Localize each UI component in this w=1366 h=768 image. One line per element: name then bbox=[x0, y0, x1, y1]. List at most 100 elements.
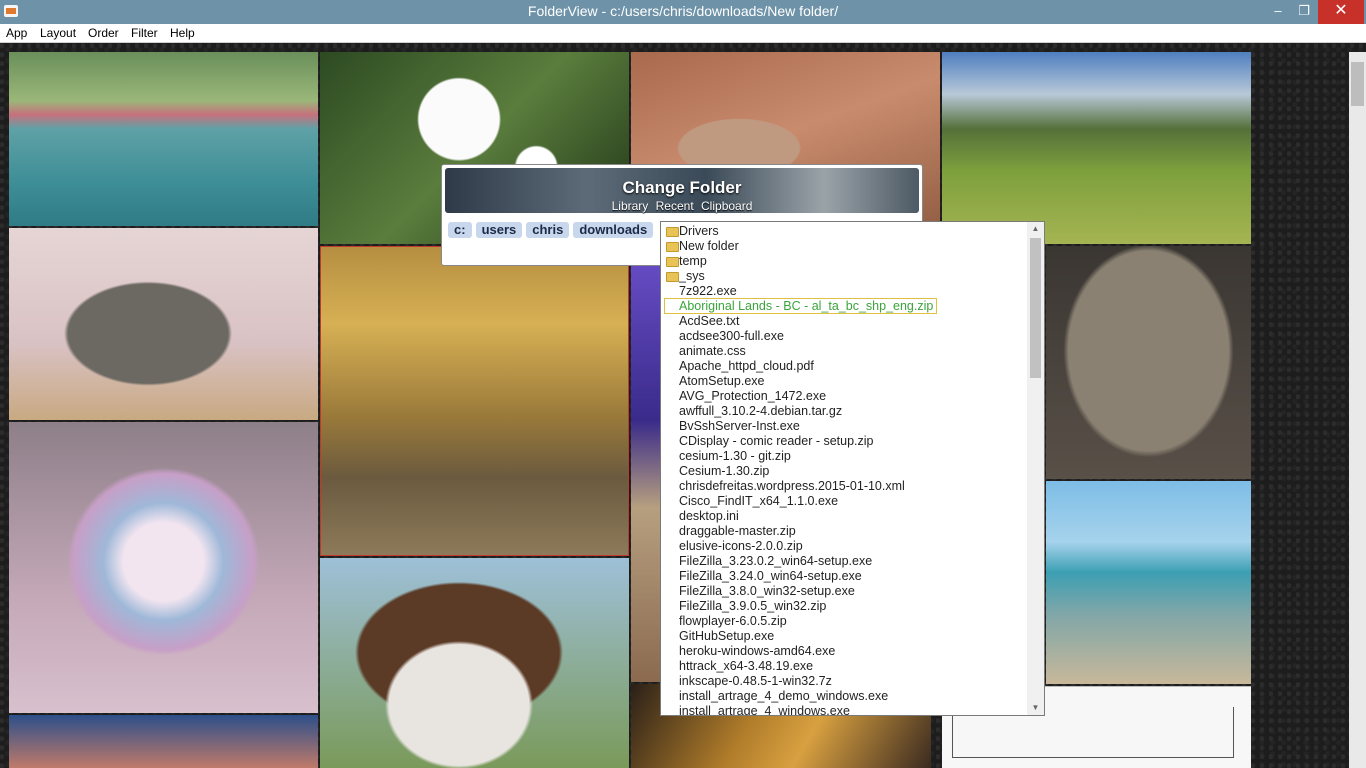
menu-help[interactable]: Help bbox=[170, 26, 195, 40]
photo-painted-face[interactable] bbox=[320, 558, 629, 768]
close-button[interactable]: ✕ bbox=[1318, 0, 1364, 24]
file-item[interactable]: desktop.ini bbox=[663, 509, 936, 524]
restore-button[interactable]: ❐ bbox=[1292, 0, 1316, 24]
file-item[interactable]: cesium-1.30 - git.zip bbox=[663, 449, 936, 464]
file-list: Drivers New folder temp _sys 7z922.exe Aborig… bbox=[663, 224, 938, 716]
item-label: temp bbox=[679, 254, 707, 268]
item-label: install_artrage_4_windows.exe bbox=[679, 704, 850, 716]
crumb-drive[interactable]: c: bbox=[448, 222, 472, 238]
library-link[interactable]: Library bbox=[612, 199, 649, 213]
folder-item[interactable]: _sys bbox=[663, 269, 936, 284]
item-label: elusive-icons-2.0.0.zip bbox=[679, 539, 803, 553]
file-item[interactable]: draggable-master.zip bbox=[663, 524, 936, 539]
clipboard-link[interactable]: Clipboard bbox=[701, 199, 752, 213]
minimize-button[interactable]: – bbox=[1266, 0, 1290, 24]
photo-sky[interactable] bbox=[9, 715, 318, 768]
folder-item[interactable]: temp bbox=[663, 254, 936, 269]
item-label: FileZilla_3.9.0.5_win32.zip bbox=[679, 599, 827, 613]
menu-app[interactable]: App bbox=[6, 26, 27, 40]
folder-item[interactable]: New folder bbox=[663, 239, 936, 254]
file-item[interactable]: install_artrage_4_demo_windows.exe bbox=[663, 689, 936, 704]
item-label: heroku-windows-amd64.exe bbox=[679, 644, 836, 658]
file-item[interactable]: Apache_httpd_cloud.pdf bbox=[663, 359, 936, 374]
item-label: draggable-master.zip bbox=[679, 524, 796, 538]
file-item[interactable]: AcdSee.txt bbox=[663, 314, 936, 329]
item-label: chrisdefreitas.wordpress.2015-01-10.xml bbox=[679, 479, 905, 493]
folder-item[interactable]: Drivers bbox=[663, 224, 936, 239]
crumb-users[interactable]: users bbox=[475, 222, 523, 238]
file-item[interactable]: animate.css bbox=[663, 344, 936, 359]
title-bar: FolderView - c:/users/chris/downloads/Ne… bbox=[0, 0, 1366, 24]
file-item[interactable]: GitHubSetup.exe bbox=[663, 629, 936, 644]
photo-partial[interactable] bbox=[631, 246, 661, 682]
item-label: Aboriginal Lands - BC - al_ta_bc_shp_eng… bbox=[663, 298, 938, 314]
file-item[interactable]: flowplayer-6.0.5.zip bbox=[663, 614, 936, 629]
file-item[interactable]: elusive-icons-2.0.0.zip bbox=[663, 539, 936, 554]
recent-link[interactable]: Recent bbox=[656, 199, 694, 213]
dialog-links: Library Recent Clipboard bbox=[445, 199, 919, 213]
file-item[interactable]: heroku-windows-amd64.exe bbox=[663, 644, 936, 659]
item-label: Apache_httpd_cloud.pdf bbox=[679, 359, 814, 373]
item-label: awffull_3.10.2-4.debian.tar.gz bbox=[679, 404, 843, 418]
file-item[interactable]: CDisplay - comic reader - setup.zip bbox=[663, 434, 936, 449]
item-label: Drivers bbox=[679, 224, 719, 238]
file-item[interactable]: AVG_Protection_1472.exe bbox=[663, 389, 936, 404]
item-label: flowplayer-6.0.5.zip bbox=[679, 614, 787, 628]
file-item[interactable]: FileZilla_3.9.0.5_win32.zip bbox=[663, 599, 936, 614]
item-label: AcdSee.txt bbox=[679, 314, 740, 328]
menu-filter[interactable]: Filter bbox=[131, 26, 158, 40]
file-item[interactable]: BvSshServer-Inst.exe bbox=[663, 419, 936, 434]
file-item[interactable]: Cisco_FindIT_x64_1.1.0.exe bbox=[663, 494, 936, 509]
photo-beach-balloons[interactable] bbox=[1046, 481, 1251, 684]
photo-valley-landscape[interactable] bbox=[942, 52, 1251, 244]
menu-layout[interactable]: Layout bbox=[40, 26, 76, 40]
photo-stone-lion[interactable] bbox=[1046, 246, 1251, 479]
item-label: _sys bbox=[679, 269, 705, 283]
dropdown-scrollbar[interactable]: ▲ ▼ bbox=[1027, 222, 1044, 715]
item-label: Cisco_FindIT_x64_1.1.0.exe bbox=[679, 494, 839, 508]
dialog-header: Change Folder Library Recent Clipboard bbox=[445, 168, 919, 213]
file-item[interactable]: chrisdefreitas.wordpress.2015-01-10.xml bbox=[663, 479, 936, 494]
file-item[interactable]: FileZilla_3.24.0_win64-setup.exe bbox=[663, 569, 936, 584]
photo-autumn-avenue[interactable] bbox=[320, 246, 629, 556]
item-label: FileZilla_3.23.0.2_win64-setup.exe bbox=[679, 554, 873, 568]
gallery-scrollbar-thumb[interactable] bbox=[1351, 62, 1364, 106]
file-item[interactable]: inkscape-0.48.5-1-win32.7z bbox=[663, 674, 936, 689]
file-item[interactable]: Cesium-1.30.zip bbox=[663, 464, 936, 479]
menu-order[interactable]: Order bbox=[88, 26, 119, 40]
item-label: AtomSetup.exe bbox=[679, 374, 765, 388]
item-label: acdsee300-full.exe bbox=[679, 329, 784, 343]
file-item[interactable]: install_artrage_4_windows.exe bbox=[663, 704, 936, 716]
scroll-up-icon[interactable]: ▲ bbox=[1027, 222, 1044, 236]
item-label: desktop.ini bbox=[679, 509, 739, 523]
file-item[interactable]: acdsee300-full.exe bbox=[663, 329, 936, 344]
photo-bird-over-water[interactable] bbox=[9, 52, 318, 226]
crumb-chris[interactable]: chris bbox=[526, 222, 570, 238]
file-item[interactable]: FileZilla_3.23.0.2_win64-setup.exe bbox=[663, 554, 936, 569]
file-item[interactable]: httrack_x64-3.48.19.exe bbox=[663, 659, 936, 674]
dropdown-scrollbar-thumb[interactable] bbox=[1030, 238, 1041, 378]
item-label: Cesium-1.30.zip bbox=[679, 464, 770, 478]
photo-stone-carving[interactable] bbox=[9, 228, 318, 420]
file-item[interactable]: 7z922.exe bbox=[663, 284, 936, 299]
item-label: New folder bbox=[679, 239, 739, 253]
folder-contents-dropdown[interactable]: Drivers New folder temp _sys 7z922.exe Aborig… bbox=[660, 221, 1045, 716]
item-label: cesium-1.30 - git.zip bbox=[679, 449, 791, 463]
item-label: CDisplay - comic reader - setup.zip bbox=[679, 434, 874, 448]
file-item[interactable]: FileZilla_3.8.0_win32-setup.exe bbox=[663, 584, 936, 599]
file-item[interactable]: AtomSetup.exe bbox=[663, 374, 936, 389]
scroll-down-icon[interactable]: ▼ bbox=[1027, 701, 1044, 715]
item-label: FileZilla_3.8.0_win32-setup.exe bbox=[679, 584, 855, 598]
file-item[interactable]: Aboriginal Lands - BC - al_ta_bc_shp_eng… bbox=[663, 298, 938, 314]
item-label: animate.css bbox=[679, 344, 746, 358]
crumb-downloads[interactable]: downloads bbox=[573, 222, 654, 238]
photo-crystal-egg[interactable] bbox=[9, 422, 318, 713]
window-title: FolderView - c:/users/chris/downloads/Ne… bbox=[527, 3, 839, 19]
gallery-scrollbar[interactable] bbox=[1349, 52, 1366, 768]
menu-bar: App Layout Order Filter Help bbox=[0, 24, 1366, 43]
item-label: AVG_Protection_1472.exe bbox=[679, 389, 827, 403]
item-label: GitHubSetup.exe bbox=[679, 629, 775, 643]
file-item[interactable]: awffull_3.10.2-4.debian.tar.gz bbox=[663, 404, 936, 419]
dialog-title: Change Folder bbox=[622, 178, 742, 197]
item-label: inkscape-0.48.5-1-win32.7z bbox=[679, 674, 832, 688]
